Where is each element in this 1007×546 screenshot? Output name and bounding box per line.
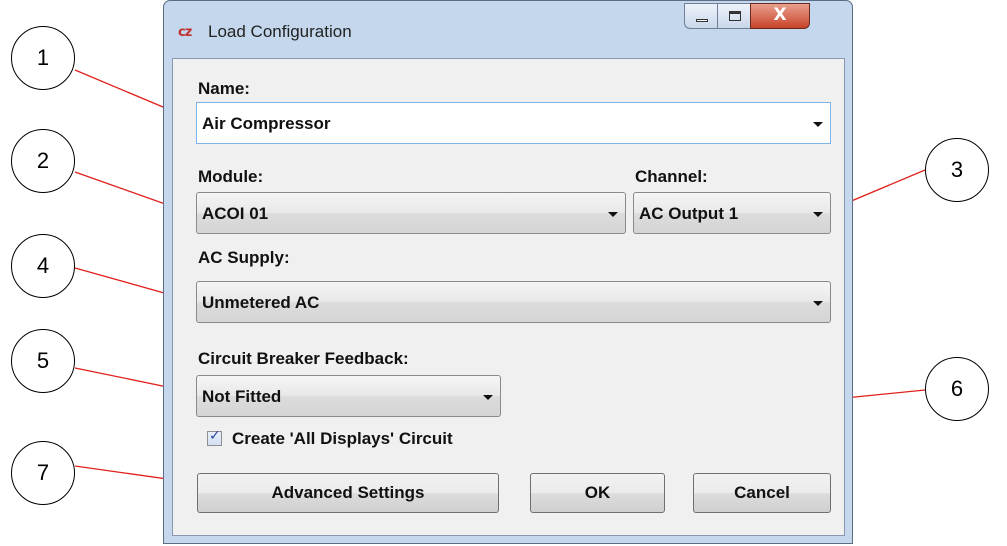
breaker-feedback-value: Not Fitted [202,387,282,406]
breaker-feedback-label: Circuit Breaker Feedback: [198,349,409,368]
callout-4: 4 [11,234,75,298]
chevron-down-icon[interactable] [813,212,823,217]
channel-value: AC Output 1 [639,204,739,223]
chevron-down-icon[interactable] [608,212,618,217]
module-label: Module: [198,167,264,186]
advanced-settings-button[interactable]: Advanced Settings [197,473,499,513]
callout-7: 7 [11,441,75,505]
name-label: Name: [198,79,250,98]
ac-supply-value: Unmetered AC [202,293,320,312]
window-title: Load Configuration [208,22,352,41]
checkmark-icon: ✓ [209,428,221,444]
ac-supply-combobox[interactable]: Unmetered AC [196,281,831,323]
module-value: ACOI 01 [202,204,269,223]
dialog-body: Name: Air Compressor Module: ACOI 01 Cha… [172,58,845,536]
ok-button[interactable]: OK [530,473,665,513]
name-combobox[interactable]: Air Compressor [196,102,831,144]
load-configuration-window: cz Load Configuration X Name: Air Compre… [163,0,853,544]
chevron-down-icon[interactable] [813,301,823,306]
callout-6: 6 [925,357,989,421]
chevron-down-icon[interactable] [483,395,493,400]
app-logo-icon: cz [178,25,192,40]
channel-combobox[interactable]: AC Output 1 [633,192,831,234]
all-displays-checkbox[interactable]: ✓ [207,428,222,446]
callout-1: 1 [11,26,75,90]
module-combobox[interactable]: ACOI 01 [196,192,626,234]
name-value: Air Compressor [202,114,331,133]
ac-supply-label: AC Supply: [198,248,290,267]
close-icon: X [773,5,787,25]
cancel-button[interactable]: Cancel [693,473,831,513]
channel-label: Channel: [635,167,708,186]
minimize-button[interactable] [684,3,718,29]
breaker-feedback-combobox[interactable]: Not Fitted [196,375,501,417]
callout-5: 5 [11,329,75,393]
title-bar[interactable]: cz Load Configuration X [164,1,852,59]
callout-2: 2 [11,129,75,193]
callout-3: 3 [925,138,989,202]
chevron-down-icon[interactable] [813,122,823,127]
close-button[interactable]: X [750,3,810,29]
all-displays-label[interactable]: Create 'All Displays' Circuit [232,429,453,449]
maximize-button[interactable] [717,3,751,29]
